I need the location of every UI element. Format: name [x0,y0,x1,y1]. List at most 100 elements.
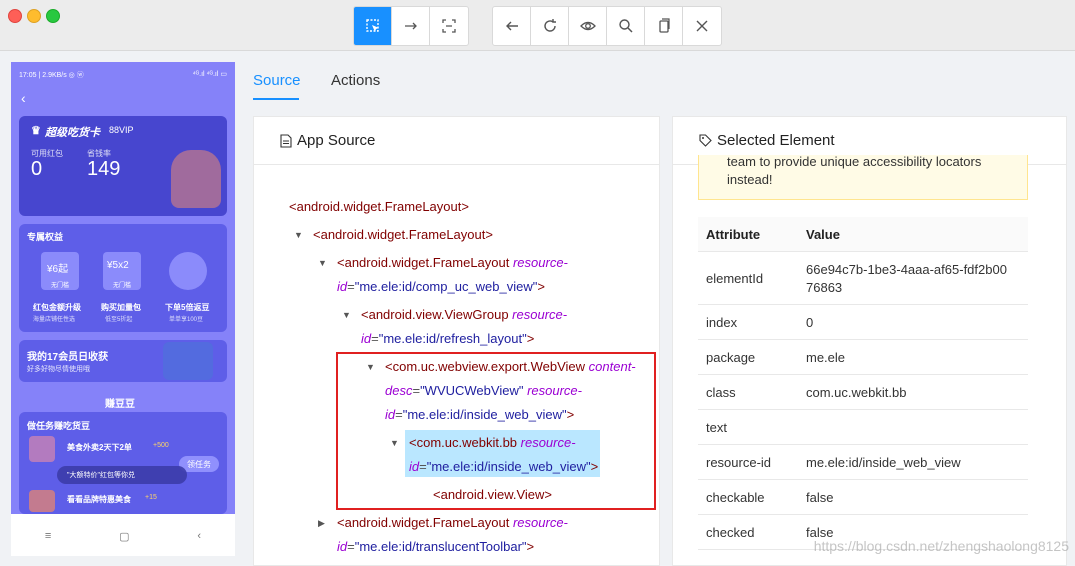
attr-key: class [706,385,736,400]
swipe-button[interactable] [392,7,430,45]
minimize-window-button[interactable] [27,9,41,23]
table-row: checkable false [698,480,1028,515]
refresh-icon [543,19,556,32]
status-bar-right: ⁴ᴳ.ıl ⁴ᴳ.ıl ▭ [192,71,227,78]
caret-down-icon[interactable]: ▼ [390,438,399,448]
app-actions-group [492,6,722,46]
window-titlebar [0,0,1075,51]
home-icon[interactable]: ▢ [119,530,129,543]
android-nav-bar: ≡ ▢ ‹ [11,516,235,556]
tree-node-android-view[interactable]: <android.view.View> [433,487,552,502]
tree-node-uc-webkit-bb-id[interactable]: id="me.ele:id/inside_web_view"> [409,459,598,474]
caret-down-icon[interactable]: ▼ [366,362,375,372]
caret-down-icon[interactable]: ▼ [342,310,351,320]
table-row: class com.uc.webkit.bb [698,375,1028,410]
member-day-image [163,342,213,380]
caret-down-icon[interactable]: ▼ [294,230,303,240]
select-element-icon [365,19,379,32]
toast-text: "大额特价"红包等你兑 [67,472,135,479]
tap-by-coordinates-icon [442,19,456,33]
attr-value: 66e94c7b-1be3-4aaa-af65-fdf2b00 76863 [806,262,1007,295]
task2-points: +15 [145,494,157,501]
selected-element-panel: Selected Element team to provide unique … [672,116,1067,566]
tab-actions[interactable]: Actions [331,72,380,89]
tree-node-webview-desc[interactable]: desc="WVUCWebView" resource- [385,383,582,398]
table-row: elementId 66e94c7b-1be3-4aaa-af65-fdf2b0… [698,252,1028,305]
task1-image [29,436,55,462]
warning-alert: team to provide unique accessibility loc… [698,155,1028,200]
benefits-title: 专属权益 [27,232,64,242]
swipe-icon [404,22,417,30]
tree-node-translucent-toolbar-id[interactable]: id="me.ele:id/translucentToolbar"> [337,539,534,554]
task1-title: 美食外卖2天下2单 [67,443,132,452]
tree-node-framelayout[interactable]: <android.widget.FrameLayout> [313,227,493,242]
stat1-value: 0 [31,158,43,180]
back-button[interactable] [493,7,531,45]
select-element-button[interactable] [354,7,392,45]
tree-node-comp-uc-web-view[interactable]: <android.widget.FrameLayout resource- [337,255,568,270]
attr-value: me.ele:id/inside_web_view [806,455,961,470]
back-icon[interactable]: ‹ [197,530,201,542]
back-arrow-icon [505,21,518,31]
task2-image [29,490,55,512]
refresh-button[interactable] [531,7,569,45]
benefit2-value: ¥5x2 [107,260,129,271]
status-bar-left: 17:05 | 2.9KB/s ◎ ⓦ [19,72,84,79]
file-icon [280,133,292,148]
tree-node-refresh-layout-id[interactable]: id="me.ele:id/refresh_layout"> [361,331,534,346]
member-day-sub: 好多好物尽情使用哦 [27,366,90,373]
attr-value: false [806,490,834,505]
benefit2-sub: 低至5折起 [105,317,133,323]
search-button[interactable] [607,7,645,45]
active-tab-indicator [253,98,299,100]
device-screenshot[interactable]: 17:05 | 2.9KB/s ◎ ⓦ ⁴ᴳ.ıl ⁴ᴳ.ıl ▭ ‹ ♛ 超级… [11,62,235,556]
show-hide-button[interactable] [569,7,607,45]
task1-points: +500 [153,442,169,449]
attr-key: elementId [706,271,764,286]
stat2-value: 149 [87,158,121,180]
watermark: https://blog.csdn.net/zhengshaolong8125 [813,538,1069,554]
attr-value: com.uc.webkit.bb [806,385,907,400]
attr-key: text [706,420,727,435]
tree-node-refresh-layout[interactable]: <android.view.ViewGroup resource- [361,307,567,322]
caret-down-icon[interactable]: ▼ [318,258,327,268]
tap-coordinates-button[interactable] [430,7,468,45]
column-value: Value [806,227,840,242]
copy-xml-icon [658,18,670,33]
menu-icon[interactable]: ≡ [45,530,51,542]
attr-key: checkable [706,490,765,505]
table-row: text [698,410,1028,445]
caret-right-icon[interactable]: ▶ [318,518,325,529]
benefit1-name: 红包金额升级 [33,303,81,312]
tree-node-framelayout-root[interactable]: <android.widget.FrameLayout> [289,199,469,214]
close-icon [696,20,708,32]
tree-node-uc-webkit-bb[interactable]: <com.uc.webkit.bb resource- [409,435,576,450]
warning-line2: instead! [727,172,773,187]
table-row: package me.ele [698,340,1028,375]
task2-title: 看看品牌特惠美食 [67,495,131,504]
benefit1-value: ¥6起 [47,264,69,275]
tag-icon [699,134,712,147]
vip-title: 超级吃货卡 [45,127,100,139]
tree-node-comp-uc-web-view-id[interactable]: id="me.ele:id/comp_uc_web_view"> [337,279,545,294]
zoom-window-button[interactable] [46,9,60,23]
tree-node-translucent-toolbar[interactable]: <android.widget.FrameLayout resource- [337,515,568,530]
close-window-button[interactable] [8,9,22,23]
copy-xml-button[interactable] [645,7,683,45]
search-icon [618,19,633,33]
column-attribute: Attribute [706,227,761,242]
attr-value: 0 [806,315,814,330]
table-row: resource-id me.ele:id/inside_web_view [698,445,1028,480]
attr-value: me.ele [806,350,846,365]
tree-node-webview-id[interactable]: id="me.ele:id/inside_web_view"> [385,407,574,422]
member-day-title: 我的17会员日收获 [27,352,109,363]
eye-icon [579,21,596,31]
table-row: index 0 [698,305,1028,340]
quit-session-button[interactable] [683,7,721,45]
benefit2-tag: 无门槛 [113,283,132,289]
tab-source[interactable]: Source [253,72,301,89]
attr-key: package [706,350,756,365]
benefit3-name: 下单5倍返豆 [165,303,210,312]
attribute-table-header: Attribute Value [698,217,1028,252]
tree-node-webview[interactable]: <com.uc.webview.export.WebView content- [385,359,636,374]
